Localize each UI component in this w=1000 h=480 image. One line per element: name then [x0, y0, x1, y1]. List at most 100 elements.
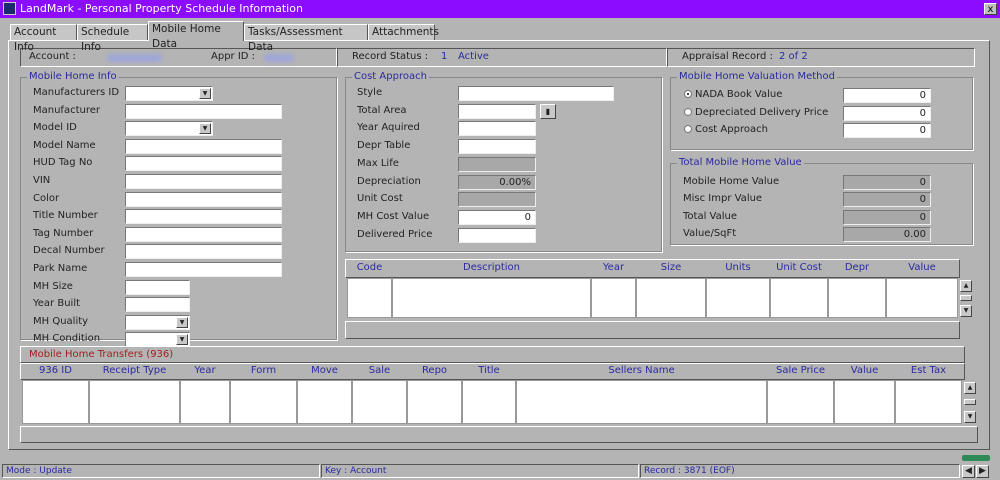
total-area-input[interactable] — [458, 103, 536, 119]
transfers-grid-col-repo[interactable]: Repo — [407, 363, 462, 379]
appr-id-value — [264, 54, 294, 62]
record-status-bar: Record Status : 1 Active — [337, 48, 667, 67]
radio-button[interactable] — [684, 107, 692, 116]
color-input[interactable] — [125, 191, 282, 207]
misc-grid-cell[interactable] — [347, 278, 392, 318]
transfers-grid-cell[interactable] — [895, 380, 962, 424]
value-sqft-value: 0.00 — [843, 226, 931, 242]
tab-schedule-info[interactable]: Schedule Info — [77, 24, 148, 53]
chevron-down-icon[interactable]: ▼ — [199, 123, 211, 135]
transfers-grid-col-value[interactable]: Value — [834, 363, 895, 379]
tab-tasks-assessment-data[interactable]: Tasks/Assessment Data — [244, 24, 368, 53]
transfers-grid-cell[interactable] — [834, 380, 895, 424]
scroll-up-button[interactable]: ▲ — [964, 382, 976, 394]
prev-record-button[interactable]: ◀ — [962, 465, 975, 478]
valuation-value-input[interactable]: 0 — [843, 88, 931, 103]
misc-grid-col-code[interactable]: Code — [347, 260, 392, 276]
hud-tag-no-input[interactable] — [125, 156, 282, 172]
transfers-grid-cell[interactable] — [407, 380, 462, 424]
depr-table-dropdown[interactable] — [458, 139, 536, 155]
transfers-grid-col-year[interactable]: Year — [180, 363, 230, 379]
valuation-value-input[interactable]: 0 — [843, 123, 931, 138]
tab-mobile-home-data[interactable]: Mobile Home Data — [148, 21, 244, 50]
manufacturers-id-dropdown[interactable]: ▼ — [125, 86, 213, 101]
misc-grid-cell[interactable] — [392, 278, 591, 318]
misc-grid-col-size[interactable]: Size — [636, 260, 706, 276]
area-calculator-button[interactable]: ▮ — [540, 103, 556, 119]
scrollbar-thumb[interactable] — [964, 399, 976, 405]
misc-grid-cell[interactable] — [636, 278, 706, 318]
misc-grid-cell[interactable] — [828, 278, 886, 318]
tab-account-info[interactable]: Account Info — [10, 24, 77, 53]
transfers-grid-cell[interactable] — [297, 380, 352, 424]
next-record-button[interactable]: ▶ — [976, 465, 989, 478]
scroll-up-button[interactable]: ▲ — [960, 280, 972, 292]
valuation-option-2[interactable]: Cost Approach — [684, 123, 768, 137]
model-name-input[interactable] — [125, 138, 282, 154]
transfers-grid-cell[interactable] — [462, 380, 516, 424]
misc-grid-cell[interactable] — [706, 278, 770, 318]
year-built-input[interactable] — [125, 297, 190, 313]
status-mode: Mode : Update — [2, 464, 320, 478]
transfers-grid-cell[interactable] — [230, 380, 297, 424]
misc-grid-col-year[interactable]: Year — [591, 260, 636, 276]
appraisal-record-bar: Appraisal Record : 2 of 2 — [667, 48, 975, 67]
chevron-down-icon[interactable]: ▼ — [176, 316, 188, 328]
valuation-value-input[interactable]: 0 — [843, 105, 931, 121]
transfers-grid-col-sale-price[interactable]: Sale Price — [767, 363, 834, 379]
mh-size-input[interactable] — [125, 279, 190, 295]
model-name-label: Model Name — [33, 139, 96, 151]
transfers-grid-col-move[interactable]: Move — [297, 363, 352, 379]
misc-grid-col-depr[interactable]: Depr — [828, 260, 886, 276]
title-number-input[interactable] — [125, 209, 282, 225]
close-button[interactable]: x — [984, 3, 997, 15]
transfers-grid-cell[interactable] — [89, 380, 180, 424]
transfers-grid-col-sale[interactable]: Sale — [352, 363, 407, 379]
misc-grid-col-description[interactable]: Description — [392, 260, 591, 276]
chevron-down-icon[interactable]: ▼ — [176, 334, 188, 346]
transfers-grid-col-title[interactable]: Title — [462, 363, 516, 379]
transfers-grid-col-receipt-type[interactable]: Receipt Type — [89, 363, 180, 379]
manufacturer-label: Manufacturer — [33, 104, 100, 116]
misc-grid-col-units[interactable]: Units — [706, 260, 770, 276]
misc-grid-cell[interactable] — [770, 278, 828, 318]
year-aquired-input[interactable] — [458, 121, 536, 137]
mh-cost-value-input[interactable]: 0 — [458, 209, 536, 225]
transfers-grid-cell[interactable] — [352, 380, 407, 424]
chevron-down-icon[interactable]: ▼ — [199, 88, 211, 99]
transfers-grid-col-est-tax[interactable]: Est Tax — [895, 363, 962, 379]
transfers-grid-col-form[interactable]: Form — [230, 363, 297, 379]
vin-label: VIN — [33, 175, 51, 186]
status-indicator — [962, 455, 990, 461]
mh-quality-dropdown[interactable]: ▼ — [125, 314, 190, 330]
status-key: Key : Account — [321, 464, 639, 478]
tag-number-label: Tag Number — [33, 227, 94, 239]
park-name-input[interactable] — [125, 262, 282, 277]
vin-input[interactable] — [125, 174, 282, 189]
model-id-dropdown[interactable]: ▼ — [125, 121, 213, 137]
transfers-grid-cell[interactable] — [180, 380, 230, 424]
transfers-grid-col-936-id[interactable]: 936 ID — [22, 363, 89, 379]
radio-button[interactable] — [684, 125, 692, 133]
misc-grid-cell[interactable] — [886, 278, 958, 318]
decal-number-input[interactable] — [125, 244, 282, 260]
account-label: Account : — [29, 51, 76, 62]
misc-grid-cell[interactable] — [591, 278, 636, 318]
transfers-grid-cell[interactable] — [767, 380, 834, 424]
misc-grid-col-value[interactable]: Value — [886, 260, 958, 276]
tab-attachments[interactable]: Attachments — [368, 24, 439, 40]
scrollbar-thumb[interactable] — [960, 295, 972, 301]
delivered-price-input[interactable] — [458, 227, 536, 243]
style-dropdown[interactable] — [458, 86, 614, 101]
transfers-grid-col-sellers-name[interactable]: Sellers Name — [516, 363, 767, 379]
transfers-grid-cell[interactable] — [516, 380, 767, 424]
transfers-grid-cell[interactable] — [22, 380, 89, 424]
valuation-option-0[interactable]: NADA Book Value — [684, 88, 782, 102]
scroll-down-button[interactable]: ▼ — [964, 411, 976, 423]
tag-number-input[interactable] — [125, 226, 282, 242]
valuation-option-1[interactable]: Depreciated Delivery Price — [684, 106, 828, 120]
scroll-down-button[interactable]: ▼ — [960, 305, 972, 317]
manufacturer-input[interactable] — [125, 103, 282, 119]
radio-button[interactable] — [684, 90, 692, 98]
misc-grid-col-unit-cost[interactable]: Unit Cost — [770, 260, 828, 276]
